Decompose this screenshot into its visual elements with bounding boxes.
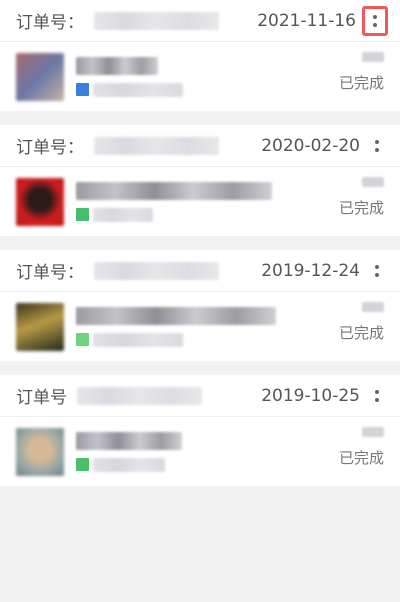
product-title	[76, 431, 182, 450]
order-right: 已完成	[339, 177, 384, 218]
product-subtitle	[93, 207, 153, 222]
product-sub-row	[76, 457, 384, 472]
order-date: 2019-12-24	[261, 260, 360, 281]
order-status: 已完成	[338, 199, 384, 217]
product-thumbnail[interactable]	[16, 52, 64, 101]
order-number-value	[94, 261, 219, 280]
more-options-icon[interactable]	[366, 132, 388, 160]
order-card[interactable]: 订单号 2019-10-25 已完成	[0, 375, 400, 486]
order-card[interactable]: 订单号： 2020-02-20 已完成	[0, 125, 400, 236]
store-badge-icon	[76, 458, 89, 471]
order-number-label: 订单号：	[16, 138, 84, 158]
order-header: 订单号： 2021-11-16	[0, 0, 400, 42]
order-right: 已完成	[339, 52, 384, 93]
product-subtitle	[93, 332, 183, 347]
more-options-icon[interactable]	[366, 382, 388, 410]
order-status: 已完成	[338, 74, 384, 92]
product-title	[76, 181, 272, 200]
order-status: 已完成	[338, 324, 384, 342]
order-item[interactable]: 已完成	[0, 292, 400, 361]
product-title	[76, 306, 276, 325]
order-number-value	[94, 11, 219, 30]
product-subtitle	[93, 457, 165, 472]
product-info	[76, 56, 384, 97]
order-status: 已完成	[338, 449, 384, 467]
order-price	[362, 52, 384, 62]
order-date: 2021-11-16	[257, 10, 356, 31]
product-subtitle	[93, 82, 183, 97]
order-header: 订单号 2019-10-25	[0, 375, 400, 417]
product-info	[76, 431, 384, 472]
order-date: 2019-10-25	[261, 385, 360, 406]
product-thumbnail[interactable]	[16, 302, 64, 351]
order-number-label: 订单号	[16, 388, 67, 408]
product-sub-row	[76, 82, 384, 97]
more-options-icon[interactable]	[362, 5, 388, 36]
order-price	[362, 302, 384, 312]
order-price	[362, 427, 384, 437]
order-number-label: 订单号：	[16, 13, 84, 33]
order-right: 已完成	[339, 427, 384, 468]
product-info	[76, 181, 384, 222]
order-number-label: 订单号：	[16, 263, 84, 283]
order-item[interactable]: 已完成	[0, 42, 400, 111]
order-right: 已完成	[339, 302, 384, 343]
product-sub-row	[76, 332, 384, 347]
order-number-value	[77, 386, 202, 405]
product-thumbnail[interactable]	[16, 177, 64, 226]
order-card[interactable]: 订单号： 2021-11-16 已完成	[0, 0, 400, 111]
product-info	[76, 306, 384, 347]
product-sub-row	[76, 207, 384, 222]
order-card[interactable]: 订单号： 2019-12-24 已完成	[0, 250, 400, 361]
order-item[interactable]: 已完成	[0, 167, 400, 236]
store-badge-icon	[76, 333, 89, 346]
order-list: 订单号： 2021-11-16 已完成 订单号： 2020-02-20 已完成 …	[0, 0, 400, 486]
order-header: 订单号： 2020-02-20	[0, 125, 400, 167]
product-thumbnail[interactable]	[16, 427, 64, 476]
order-number-value	[94, 136, 219, 155]
product-title	[76, 56, 158, 75]
order-header: 订单号： 2019-12-24	[0, 250, 400, 292]
more-options-icon[interactable]	[366, 257, 388, 285]
order-item[interactable]: 已完成	[0, 417, 400, 486]
store-badge-icon	[76, 83, 89, 96]
order-price	[362, 177, 384, 187]
store-badge-icon	[76, 208, 89, 221]
order-date: 2020-02-20	[261, 135, 360, 156]
